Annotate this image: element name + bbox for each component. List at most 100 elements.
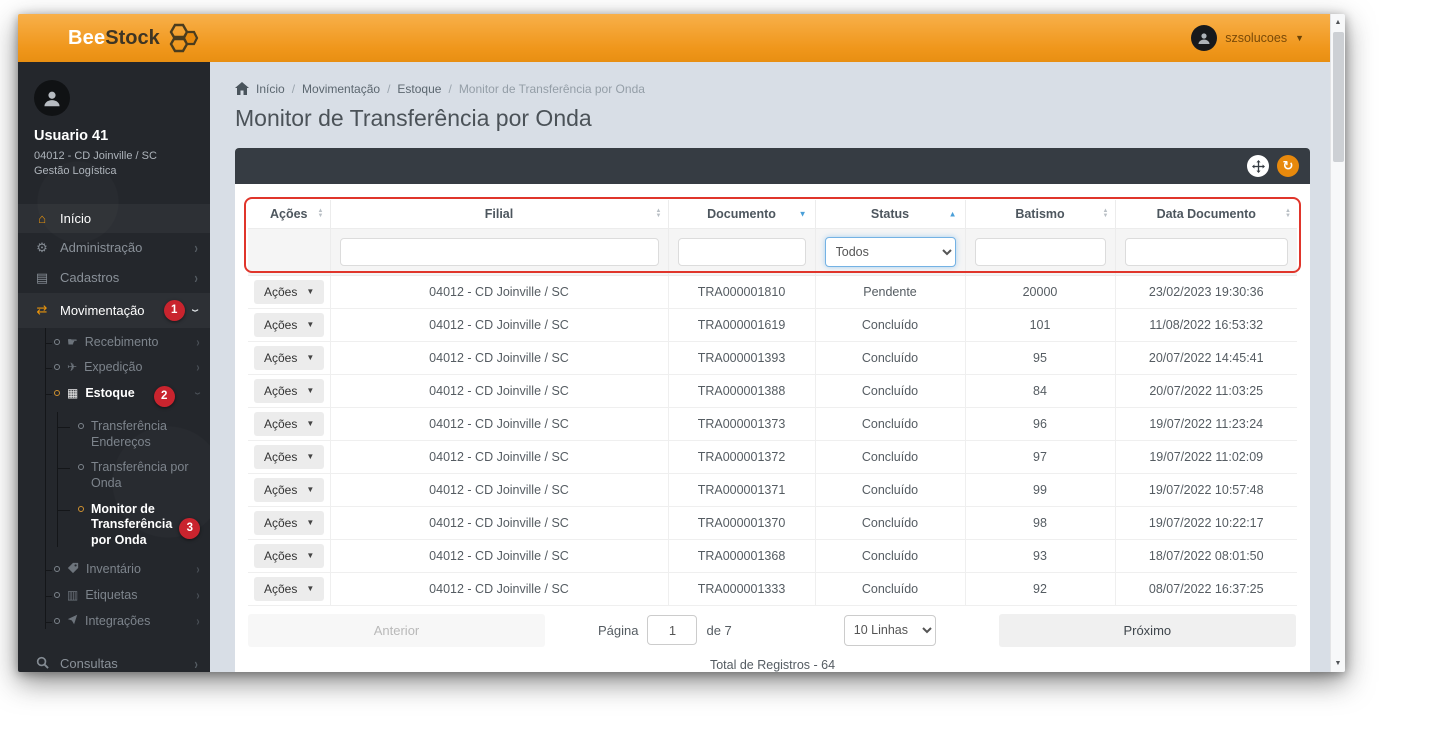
- sidebar-item-recebimento[interactable]: ☛ Recebimento ›: [18, 330, 210, 356]
- transfer-arrows-icon: ⇄: [36, 302, 48, 318]
- filter-status-select[interactable]: Todos: [824, 236, 956, 267]
- row-acoes-label: Ações: [264, 449, 298, 464]
- cell-data-documento: 18/07/2022 08:01:50: [1115, 539, 1297, 573]
- row-acoes-label: Ações: [264, 515, 298, 530]
- sort-desc-icon[interactable]: ▼: [799, 209, 807, 218]
- sort-icon[interactable]: ▲ ▼: [1103, 208, 1109, 219]
- column-header-batismo[interactable]: Batismo ▲ ▼: [965, 200, 1116, 228]
- cell-batismo: 96: [965, 407, 1116, 441]
- row-acoes-button[interactable]: Ações ▼: [254, 378, 325, 403]
- caret-down-icon: ▼: [306, 353, 315, 362]
- move-arrows-icon: [1251, 159, 1265, 173]
- previous-page-button[interactable]: Anterior: [248, 613, 545, 647]
- sidebar-item-monitor-transferencia-onda[interactable]: Monitor de Transferência por Onda 3: [30, 497, 210, 554]
- cell-status: Concluído: [815, 407, 966, 441]
- sort-asc-icon[interactable]: ▲: [949, 209, 957, 218]
- sidebar-item-integracoes[interactable]: Integrações ›: [18, 609, 210, 635]
- breadcrumb-movimentacao[interactable]: Movimentação: [302, 82, 380, 96]
- sidebar-item-administracao[interactable]: ⚙ Administração ›: [18, 233, 210, 263]
- row-acoes-button[interactable]: Ações ▼: [254, 510, 325, 535]
- scrollbar-thumb[interactable]: [1333, 32, 1344, 162]
- honeycomb-logo-icon: [169, 23, 198, 53]
- row-acoes-button[interactable]: Ações ▼: [254, 279, 325, 304]
- cell-status: Concluído: [815, 308, 966, 342]
- filter-data-documento-input[interactable]: [1124, 237, 1288, 266]
- panel-toolbar: ↻: [235, 148, 1310, 184]
- row-acoes-button[interactable]: Ações ▼: [254, 477, 325, 502]
- sidebar-item-cadastros[interactable]: ▤ Cadastros ›: [18, 263, 210, 293]
- row-acoes-button[interactable]: Ações ▼: [254, 345, 325, 370]
- row-acoes-button[interactable]: Ações ▼: [254, 312, 325, 337]
- chevron-right-icon: ›: [196, 561, 200, 578]
- cell-status: Concluído: [815, 473, 966, 507]
- next-page-button[interactable]: Próximo: [998, 613, 1296, 647]
- column-header-documento[interactable]: Documento ▼: [668, 200, 816, 228]
- username-label: szsolucoes: [1225, 31, 1288, 45]
- cell-filial: 04012 - CD Joinville / SC: [330, 341, 669, 375]
- cell-batismo: 98: [965, 506, 1116, 540]
- sort-icon[interactable]: ▲ ▼: [656, 208, 662, 219]
- rows-per-page-select[interactable]: 10 Linhas: [843, 614, 936, 646]
- row-acoes-button[interactable]: Ações ▼: [254, 444, 325, 469]
- sidebar-item-transferencia-por-onda[interactable]: Transferência por Onda: [30, 455, 210, 496]
- sort-icon[interactable]: ▲ ▼: [1285, 208, 1291, 219]
- sidebar-item-inicio[interactable]: ⌂ Início: [18, 203, 210, 233]
- row-acoes-button[interactable]: Ações ▼: [254, 576, 325, 601]
- sidebar-item-movimentacao[interactable]: ⇄ Movimentação 1 ›: [18, 292, 210, 328]
- scroll-up-icon[interactable]: ▲: [1331, 19, 1345, 26]
- row-acoes-label: Ações: [264, 284, 298, 299]
- caret-down-icon: ▼: [306, 419, 315, 428]
- list-icon: ▤: [35, 269, 49, 285]
- table-body: Ações ▼ 04012 - CD Joinville / SC TRA0000…: [248, 274, 1297, 606]
- sidebar-user-panel: Usuario 41 04012 - CD Joinville / SC Ges…: [18, 62, 210, 196]
- sidebar-user-branch: 04012 - CD Joinville / SC: [34, 150, 157, 162]
- page-title: Monitor de Transferência por Onda: [235, 105, 592, 131]
- sort-icon[interactable]: ▲ ▼: [318, 208, 324, 219]
- home-icon: ⌂: [38, 210, 46, 226]
- row-acoes-button[interactable]: Ações ▼: [254, 411, 325, 436]
- sidebar-item-expedicao[interactable]: ✈ Expedição ›: [18, 355, 210, 381]
- column-header-acoes[interactable]: Ações ▲ ▼: [248, 200, 331, 228]
- bullet-icon: [54, 338, 60, 345]
- chevron-right-icon: ›: [196, 613, 200, 629]
- column-header-status[interactable]: Status ▲: [815, 200, 966, 228]
- filter-acoes-cell: [248, 227, 331, 276]
- filter-batismo-input[interactable]: [974, 237, 1106, 266]
- table-row: Ações ▼ 04012 - CD Joinville / SC TRA0000…: [248, 440, 1297, 474]
- table-row: Ações ▼ 04012 - CD Joinville / SC TRA0000…: [248, 341, 1297, 375]
- search-icon: [33, 656, 51, 672]
- cell-filial: 04012 - CD Joinville / SC: [330, 440, 669, 474]
- user-caret-down-icon: ▼: [1295, 33, 1304, 43]
- page-number-input[interactable]: [647, 615, 698, 645]
- chevron-down-icon: ›: [190, 391, 207, 396]
- table-row: Ações ▼ 04012 - CD Joinville / SC TRA0000…: [248, 572, 1297, 606]
- sidebar-item-estoque[interactable]: ▦ Estoque 2 ›: [18, 381, 210, 412]
- vertical-scrollbar[interactable]: ▲ ▼: [1330, 14, 1345, 672]
- cell-batismo: 101: [965, 308, 1116, 342]
- refresh-button[interactable]: ↻: [1277, 155, 1299, 177]
- sidebar-item-etiquetas[interactable]: ▥ Etiquetas ›: [18, 583, 210, 609]
- sidebar-item-inventario[interactable]: Inventário ›: [18, 557, 210, 583]
- sidebar-item-transferencia-enderecos[interactable]: Transferência Endereços: [30, 414, 210, 455]
- row-acoes-button[interactable]: Ações ▼: [254, 543, 325, 568]
- beestock-logo[interactable]: Bee Stock: [18, 23, 200, 53]
- row-acoes-label: Ações: [264, 383, 298, 398]
- column-header-filial[interactable]: Filial ▲ ▼: [330, 200, 669, 228]
- expand-button[interactable]: [1247, 155, 1269, 177]
- movimentacao-submenu: ☛ Recebimento › ✈ Expedição › ▦ Estoque …: [18, 327, 210, 639]
- breadcrumb-current: Monitor de Transferência por Onda: [458, 82, 645, 96]
- breadcrumb-inicio[interactable]: Início: [256, 82, 285, 96]
- scroll-down-icon[interactable]: ▼: [1331, 660, 1345, 667]
- cell-data-documento: 19/07/2022 10:57:48: [1115, 473, 1297, 507]
- page-count-label: de 7: [706, 622, 732, 638]
- breadcrumb-estoque[interactable]: Estoque: [397, 82, 441, 96]
- cell-data-documento: 23/02/2023 19:30:36: [1115, 274, 1297, 309]
- bullet-icon: [54, 618, 60, 625]
- filter-filial-input[interactable]: [339, 237, 659, 266]
- sidebar-item-consultas[interactable]: Consultas ›: [18, 649, 210, 672]
- annotation-badge-3: 3: [179, 517, 201, 539]
- column-header-data-documento[interactable]: Data Documento ▲ ▼: [1115, 200, 1297, 228]
- user-menu[interactable]: szsolucoes ▼: [1191, 25, 1330, 51]
- cell-status: Concluído: [815, 440, 966, 474]
- filter-documento-input[interactable]: [677, 237, 806, 266]
